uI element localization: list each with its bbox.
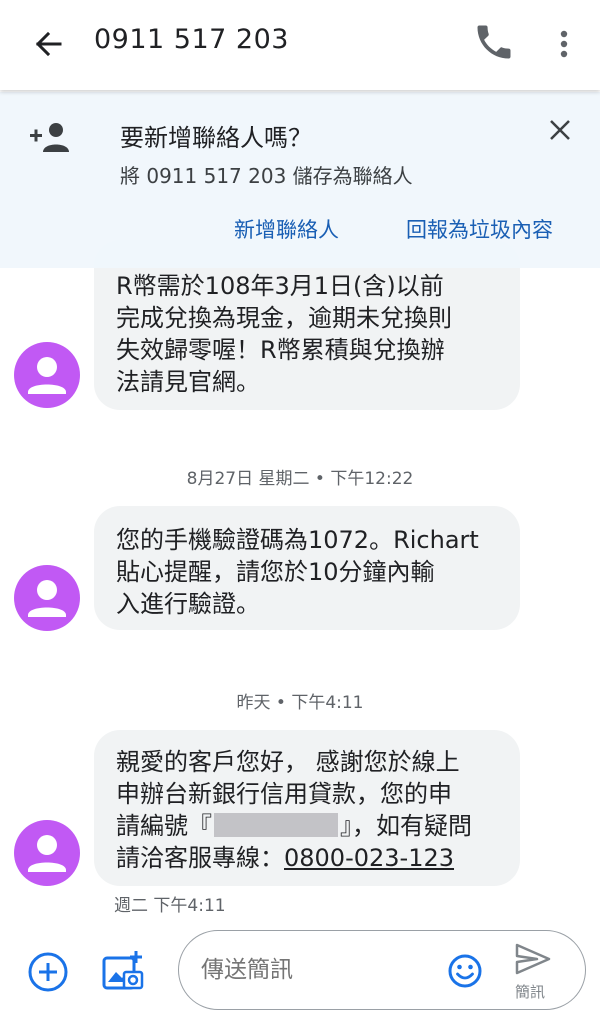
phone-icon[interactable] (472, 20, 516, 64)
redacted-block (214, 813, 338, 837)
message-line: 失效歸零喔！R幣累積與兌換辦 (116, 336, 445, 364)
message-line: 法請見官網。 (116, 368, 260, 396)
emoji-icon[interactable] (447, 953, 483, 989)
timestamp: 昨天 • 下午4:11 (236, 693, 364, 713)
message-line: 完成兌換為現金，逾期未兌換則 (116, 304, 452, 332)
report-spam-button[interactable]: 回報為垃圾內容 (406, 214, 553, 244)
person-icon (28, 357, 66, 394)
message-text: 請洽客服專線： (116, 844, 284, 872)
close-icon[interactable] (548, 118, 572, 142)
message-line: 貼心提醒，請您於10分鐘內輸 (116, 558, 435, 586)
message-input[interactable] (201, 953, 441, 987)
add-circle-icon[interactable] (26, 950, 70, 994)
message-composer: 簡訊 (178, 930, 586, 1010)
message-line: R幣需於108年3月1日(含)以前 (116, 272, 444, 300)
conversation-title: 0911 517 203 (94, 24, 289, 55)
more-vert-icon[interactable] (550, 22, 578, 66)
hotline-link[interactable]: 0800-023-123 (284, 844, 454, 872)
person-icon (28, 580, 66, 617)
message-time: 週二 下午4:11 (114, 896, 226, 916)
message-text: 請編號『 (116, 812, 212, 840)
message-line: 請編號『 』，如有疑問 (116, 810, 498, 842)
message-bubble[interactable]: 您的手機驗證碼為1072。Richart 貼心提醒，請您於10分鐘內輸 入進行驗… (94, 506, 520, 630)
app-bar: 0911 517 203 (0, 0, 600, 90)
avatar[interactable] (14, 565, 80, 631)
add-photo-icon[interactable] (100, 948, 146, 994)
timestamp: 8月27日 星期二 • 下午12:22 (186, 469, 414, 489)
message-line: 申辦台新銀行信用貸款，您的申 (116, 780, 452, 808)
person-icon (28, 835, 66, 872)
send-icon[interactable] (513, 939, 553, 979)
message-line: 您的手機驗證碼為1072。Richart (116, 526, 479, 554)
person-add-icon[interactable] (30, 120, 72, 154)
message-text: 』，如有疑問 (340, 812, 472, 840)
add-contact-button[interactable]: 新增聯絡人 (234, 214, 339, 244)
message-line: 親愛的客戶您好， 感謝您於線上 (116, 748, 460, 776)
message-line: 請洽客服專線：0800-023-123 (116, 842, 498, 874)
message-line: 入進行驗證。 (116, 590, 260, 618)
message-bubble[interactable]: 親愛的客戶您好， 感謝您於線上 申辦台新銀行信用貸款，您的申 請編號『 』，如有疑… (94, 730, 520, 886)
avatar[interactable] (14, 342, 80, 408)
arrow-back-icon[interactable] (26, 22, 70, 66)
avatar[interactable] (14, 820, 80, 886)
send-label: 簡訊 (515, 983, 546, 1001)
